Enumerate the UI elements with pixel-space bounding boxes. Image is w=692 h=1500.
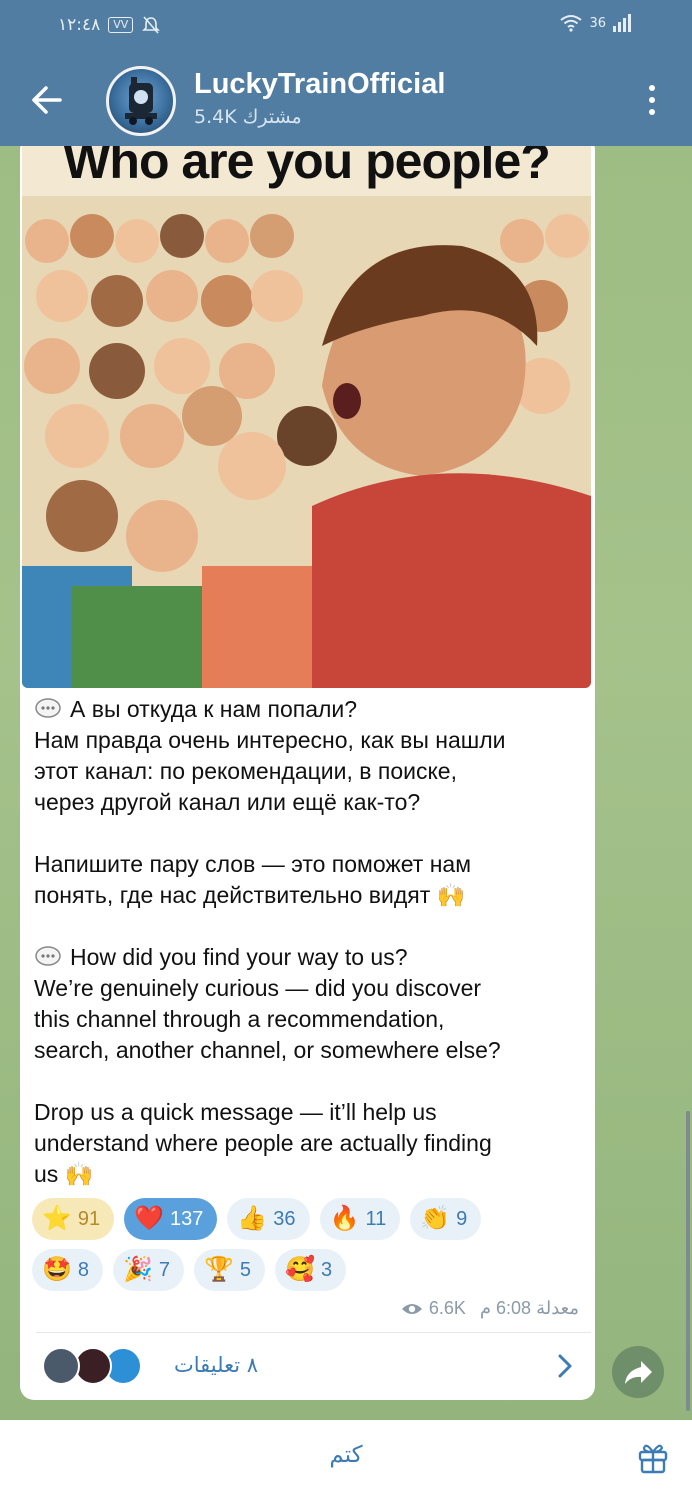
subscriber-count: 5.4K مشترك (194, 106, 302, 128)
gift-icon[interactable] (636, 1440, 670, 1474)
post-text: А вы откуда к нам попали? Нам правда оче… (34, 694, 582, 1221)
reaction-count: 11 (365, 1207, 387, 1230)
paragraph-ru-question: А вы откуда к нам попали? Нам правда оче… (34, 694, 582, 818)
party-popper-emoji: 🎉 (123, 1256, 153, 1283)
reaction-count: 36 (273, 1207, 296, 1230)
reaction-heart[interactable]: ❤️ 137 (124, 1198, 218, 1240)
text-line: этот канал: по рекомендации, в поиске, (34, 758, 457, 784)
text-line: через другой канал или ещё как-то? (34, 789, 421, 815)
edited-timestamp: معدلة 6:08 م (479, 1298, 579, 1318)
speech-bubble-icon (35, 698, 61, 718)
wifi-icon (560, 15, 583, 32)
text-line: understand where people are actually fin… (34, 1130, 492, 1156)
reaction-count: 137 (170, 1207, 204, 1230)
text-line: Напишите пару слов — это поможет нам (34, 851, 472, 877)
volte-badge: VV (108, 17, 134, 33)
channel-post-bubble: Who are you people? А вы откуда к нам по… (20, 146, 595, 1400)
fire-emoji: 🔥 (329, 1205, 360, 1232)
channel-avatar[interactable] (106, 66, 176, 136)
reaction-fire[interactable]: 🔥 11 (319, 1198, 401, 1240)
clap-emoji: 👏 (420, 1205, 451, 1232)
chat-area[interactable]: Who are you people? А вы откуда к нам по… (0, 146, 692, 1420)
thumbs-up-emoji: 👍 (237, 1205, 268, 1232)
reaction-love-face[interactable]: 🥰 3 (275, 1249, 347, 1291)
reaction-count: 7 (158, 1258, 171, 1281)
heart-emoji: ❤️ (134, 1205, 165, 1232)
reactions-row: ⭐ 91 ❤️ 137 👍 36 🔥 11 👏 9 (32, 1198, 588, 1240)
text-line: us 🙌 (34, 1161, 94, 1187)
text-line: How did you find your way to us? (34, 942, 582, 973)
star-struck-emoji: 🤩 (42, 1256, 72, 1283)
text-line: А вы откуда к нам попали? (34, 694, 582, 725)
train-logo-icon (125, 77, 157, 125)
chevron-right-icon (558, 1354, 572, 1378)
reaction-star[interactable]: ⭐ 91 (32, 1198, 115, 1240)
post-image[interactable]: Who are you people? (22, 146, 591, 688)
reaction-clap[interactable]: 👏 9 (410, 1198, 482, 1240)
reaction-star-struck[interactable]: 🤩 8 (32, 1249, 104, 1291)
status-time: ١٢:٤٨ (58, 15, 101, 35)
commenter-avatar (42, 1347, 80, 1385)
mute-button[interactable]: كتم (0, 1442, 692, 1468)
signal-icon (613, 14, 631, 32)
paragraph-ru-request: Напишите пару слов — это поможет нам пон… (34, 849, 582, 911)
reaction-party[interactable]: 🎉 7 (113, 1249, 185, 1291)
text-line-content: А вы откуда к нам попали? (70, 696, 358, 722)
smiling-hearts-emoji: 🥰 (285, 1256, 315, 1283)
text-line-content: How did you find your way to us? (70, 944, 408, 970)
bottom-bar: كتم (0, 1420, 692, 1500)
view-count: 6.6K (428, 1298, 466, 1318)
speech-bubble-icon (35, 946, 61, 966)
reaction-count: 91 (77, 1207, 101, 1230)
status-bar: ١٢:٤٨ VV 36 (0, 0, 692, 52)
paragraph-en-question: How did you find your way to us? We’re g… (34, 942, 582, 1066)
paragraph-en-request: Drop us a quick message — it’ll help us … (34, 1097, 582, 1190)
text-line: Drop us a quick message — it’ll help us (34, 1099, 437, 1125)
text-line: search, another channel, or somewhere el… (34, 1037, 501, 1063)
text-line: Нам правда очень интересно, как вы нашли (34, 727, 506, 753)
scrollbar[interactable] (686, 1111, 690, 1411)
text-line: We’re genuinely curious — did you discov… (34, 975, 482, 1001)
reaction-count: 8 (77, 1258, 90, 1281)
post-meta: 6.6K معدلة 6:08 م (401, 1298, 579, 1319)
chat-header: LuckyTrainOfficial 5.4K مشترك (0, 52, 692, 146)
reaction-thumbs-up[interactable]: 👍 36 (227, 1198, 310, 1240)
reaction-count: 9 (456, 1207, 468, 1230)
comments-row[interactable]: ٨ تعليقات (20, 1333, 595, 1399)
network-type: 36 (589, 15, 606, 31)
forward-arrow-icon (625, 1361, 652, 1384)
crowd-illustration (22, 196, 591, 688)
more-options-icon[interactable] (642, 82, 662, 118)
forward-button[interactable] (612, 1346, 664, 1398)
image-caption-text: Who are you people? (63, 146, 551, 189)
reaction-count: 5 (239, 1258, 252, 1281)
mute-notifications-icon (142, 16, 161, 34)
reactions-row: 🤩 8 🎉 7 🏆 5 🥰 3 (32, 1249, 588, 1291)
text-line: this channel through a recommendation, (34, 1006, 445, 1032)
comments-count-label: ٨ تعليقات (174, 1353, 259, 1377)
text-line: понять, где нас действительно видят 🙌 (34, 882, 466, 908)
reaction-trophy[interactable]: 🏆 5 (194, 1249, 266, 1291)
trophy-emoji: 🏆 (204, 1256, 234, 1283)
reactions: ⭐ 91 ❤️ 137 👍 36 🔥 11 👏 9 🤩 8 🎉 7 🏆 5 🥰 3 (32, 1198, 588, 1300)
back-arrow-icon[interactable] (26, 80, 66, 120)
reaction-count: 3 (320, 1258, 333, 1281)
top-bar: ١٢:٤٨ VV 36 LuckyTrainOfficial 5.4K مشتر… (0, 0, 692, 146)
star-emoji: ⭐ (42, 1205, 72, 1232)
channel-title[interactable]: LuckyTrainOfficial (194, 68, 445, 101)
eye-icon (401, 1303, 422, 1314)
